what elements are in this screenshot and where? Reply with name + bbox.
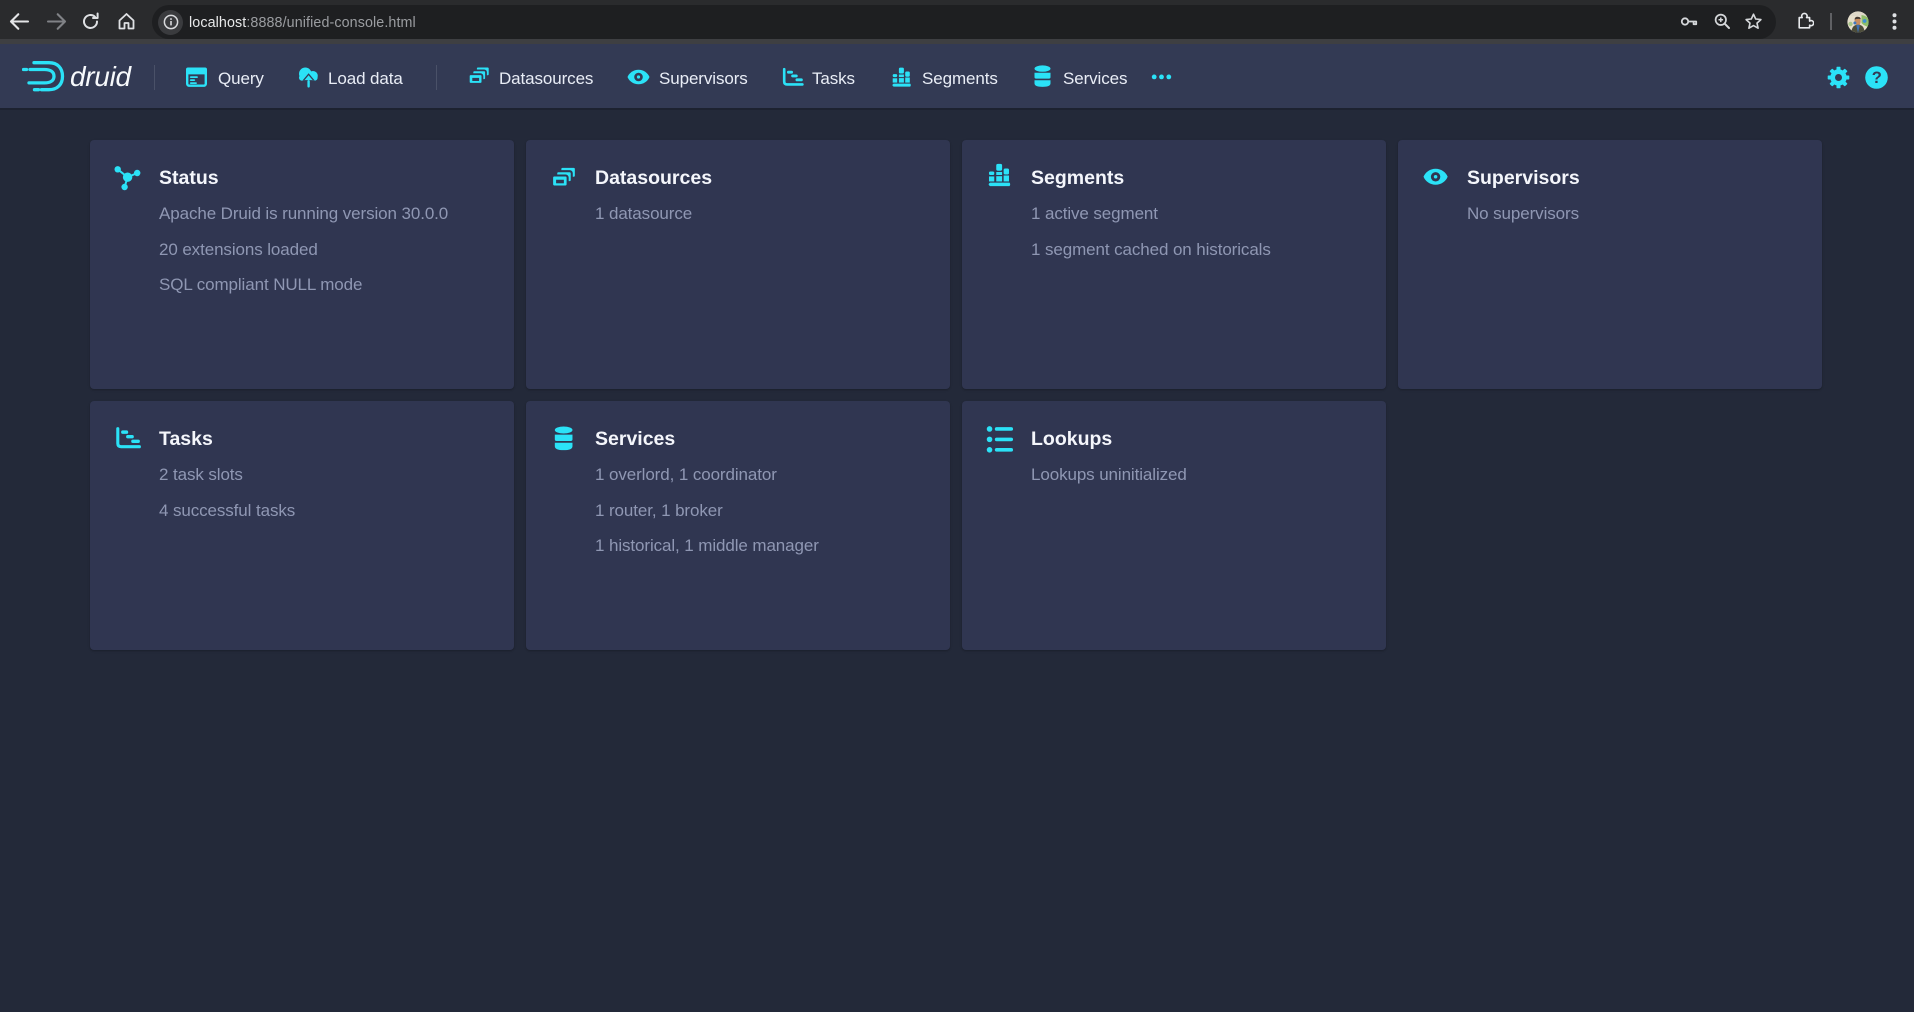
svg-text:?: ? (1872, 69, 1882, 87)
